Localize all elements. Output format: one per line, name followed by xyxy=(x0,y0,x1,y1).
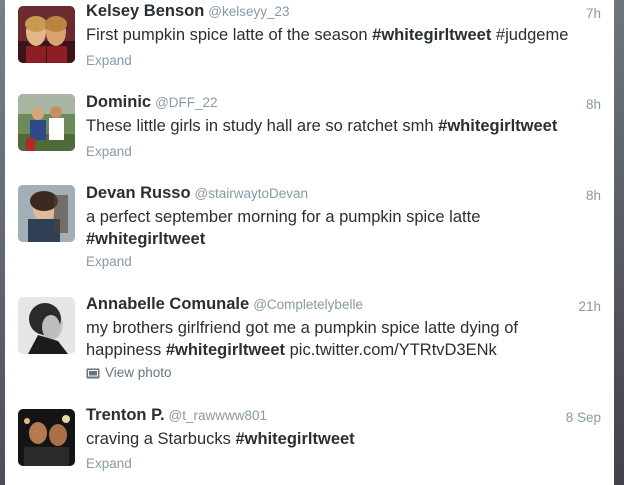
tweet-timestamp[interactable]: 7h xyxy=(586,6,601,21)
tweet-text: First pumpkin spice latte of the season … xyxy=(86,26,569,44)
user-fullname[interactable]: Devan Russo xyxy=(86,184,191,202)
user-handle[interactable]: @stairwaytoDevan xyxy=(195,186,309,201)
expand-link[interactable]: Expand xyxy=(86,456,132,471)
hashtag-link[interactable]: #whitegirltweet xyxy=(86,230,205,248)
tweet-text: a perfect september morning for a pumpki… xyxy=(86,208,481,248)
window-background-right xyxy=(614,0,624,485)
user-handle[interactable]: @kelseyy_23 xyxy=(208,4,289,19)
tweet-item[interactable]: Annabelle Comunale @Completelybelle 21h m… xyxy=(5,283,614,395)
avatar[interactable] xyxy=(18,6,75,63)
user-fullname[interactable]: Kelsey Benson xyxy=(86,2,204,20)
photo-link[interactable]: pic.twitter.com/YTRtvD3ENk xyxy=(285,341,497,359)
tweet-text: craving a Starbucks #whitegirltweet xyxy=(86,430,355,448)
hashtag-link[interactable]: #judgeme xyxy=(491,26,568,44)
user-handle[interactable]: @Completelybelle xyxy=(253,297,363,312)
avatar[interactable] xyxy=(18,94,75,151)
tweet-timestamp[interactable]: 8h xyxy=(586,97,601,112)
hashtag-link[interactable]: #whitegirltweet xyxy=(438,117,557,135)
user-fullname[interactable]: Annabelle Comunale xyxy=(86,295,249,313)
expand-link[interactable]: Expand xyxy=(86,144,132,159)
avatar[interactable] xyxy=(18,297,75,354)
photo-icon xyxy=(86,367,100,379)
hashtag-link[interactable]: #whitegirltweet xyxy=(372,26,491,44)
user-fullname[interactable]: Dominic xyxy=(86,93,151,111)
tweet-item[interactable]: Kelsey Benson @kelseyy_23 7h First pumpki… xyxy=(5,0,614,82)
avatar[interactable] xyxy=(18,409,75,466)
tweet-text: These little girls in study hall are so … xyxy=(86,117,558,135)
tweet-item[interactable]: Dominic @DFF_22 8h These little girls in … xyxy=(5,81,614,173)
tweet-item[interactable]: Devan Russo @stairwaytoDevan 8h a perfect… xyxy=(5,172,614,284)
tweet-item[interactable]: Trenton P. @t_rawwww801 8 Sep craving a S… xyxy=(5,394,614,485)
user-fullname[interactable]: Trenton P. xyxy=(86,406,165,424)
hashtag-link[interactable]: #whitegirltweet xyxy=(235,430,354,448)
hashtag-link[interactable]: #whitegirltweet xyxy=(166,341,285,359)
tweet-timestamp[interactable]: 21h xyxy=(578,299,601,314)
tweet-text: my brothers girlfriend got me a pumpkin … xyxy=(86,319,518,359)
tweet-timestamp[interactable]: 8 Sep xyxy=(566,410,601,425)
user-handle[interactable]: @DFF_22 xyxy=(155,95,217,110)
view-photo-link[interactable]: View photo xyxy=(86,365,172,380)
user-handle[interactable]: @t_rawwww801 xyxy=(169,408,268,423)
expand-link[interactable]: Expand xyxy=(86,254,132,269)
view-photo-label[interactable]: View photo xyxy=(105,365,172,380)
tweet-timestamp[interactable]: 8h xyxy=(586,188,601,203)
expand-link[interactable]: Expand xyxy=(86,53,132,68)
tweet-timeline: Kelsey Benson @kelseyy_23 7h First pumpki… xyxy=(5,0,614,485)
avatar[interactable] xyxy=(18,185,75,242)
